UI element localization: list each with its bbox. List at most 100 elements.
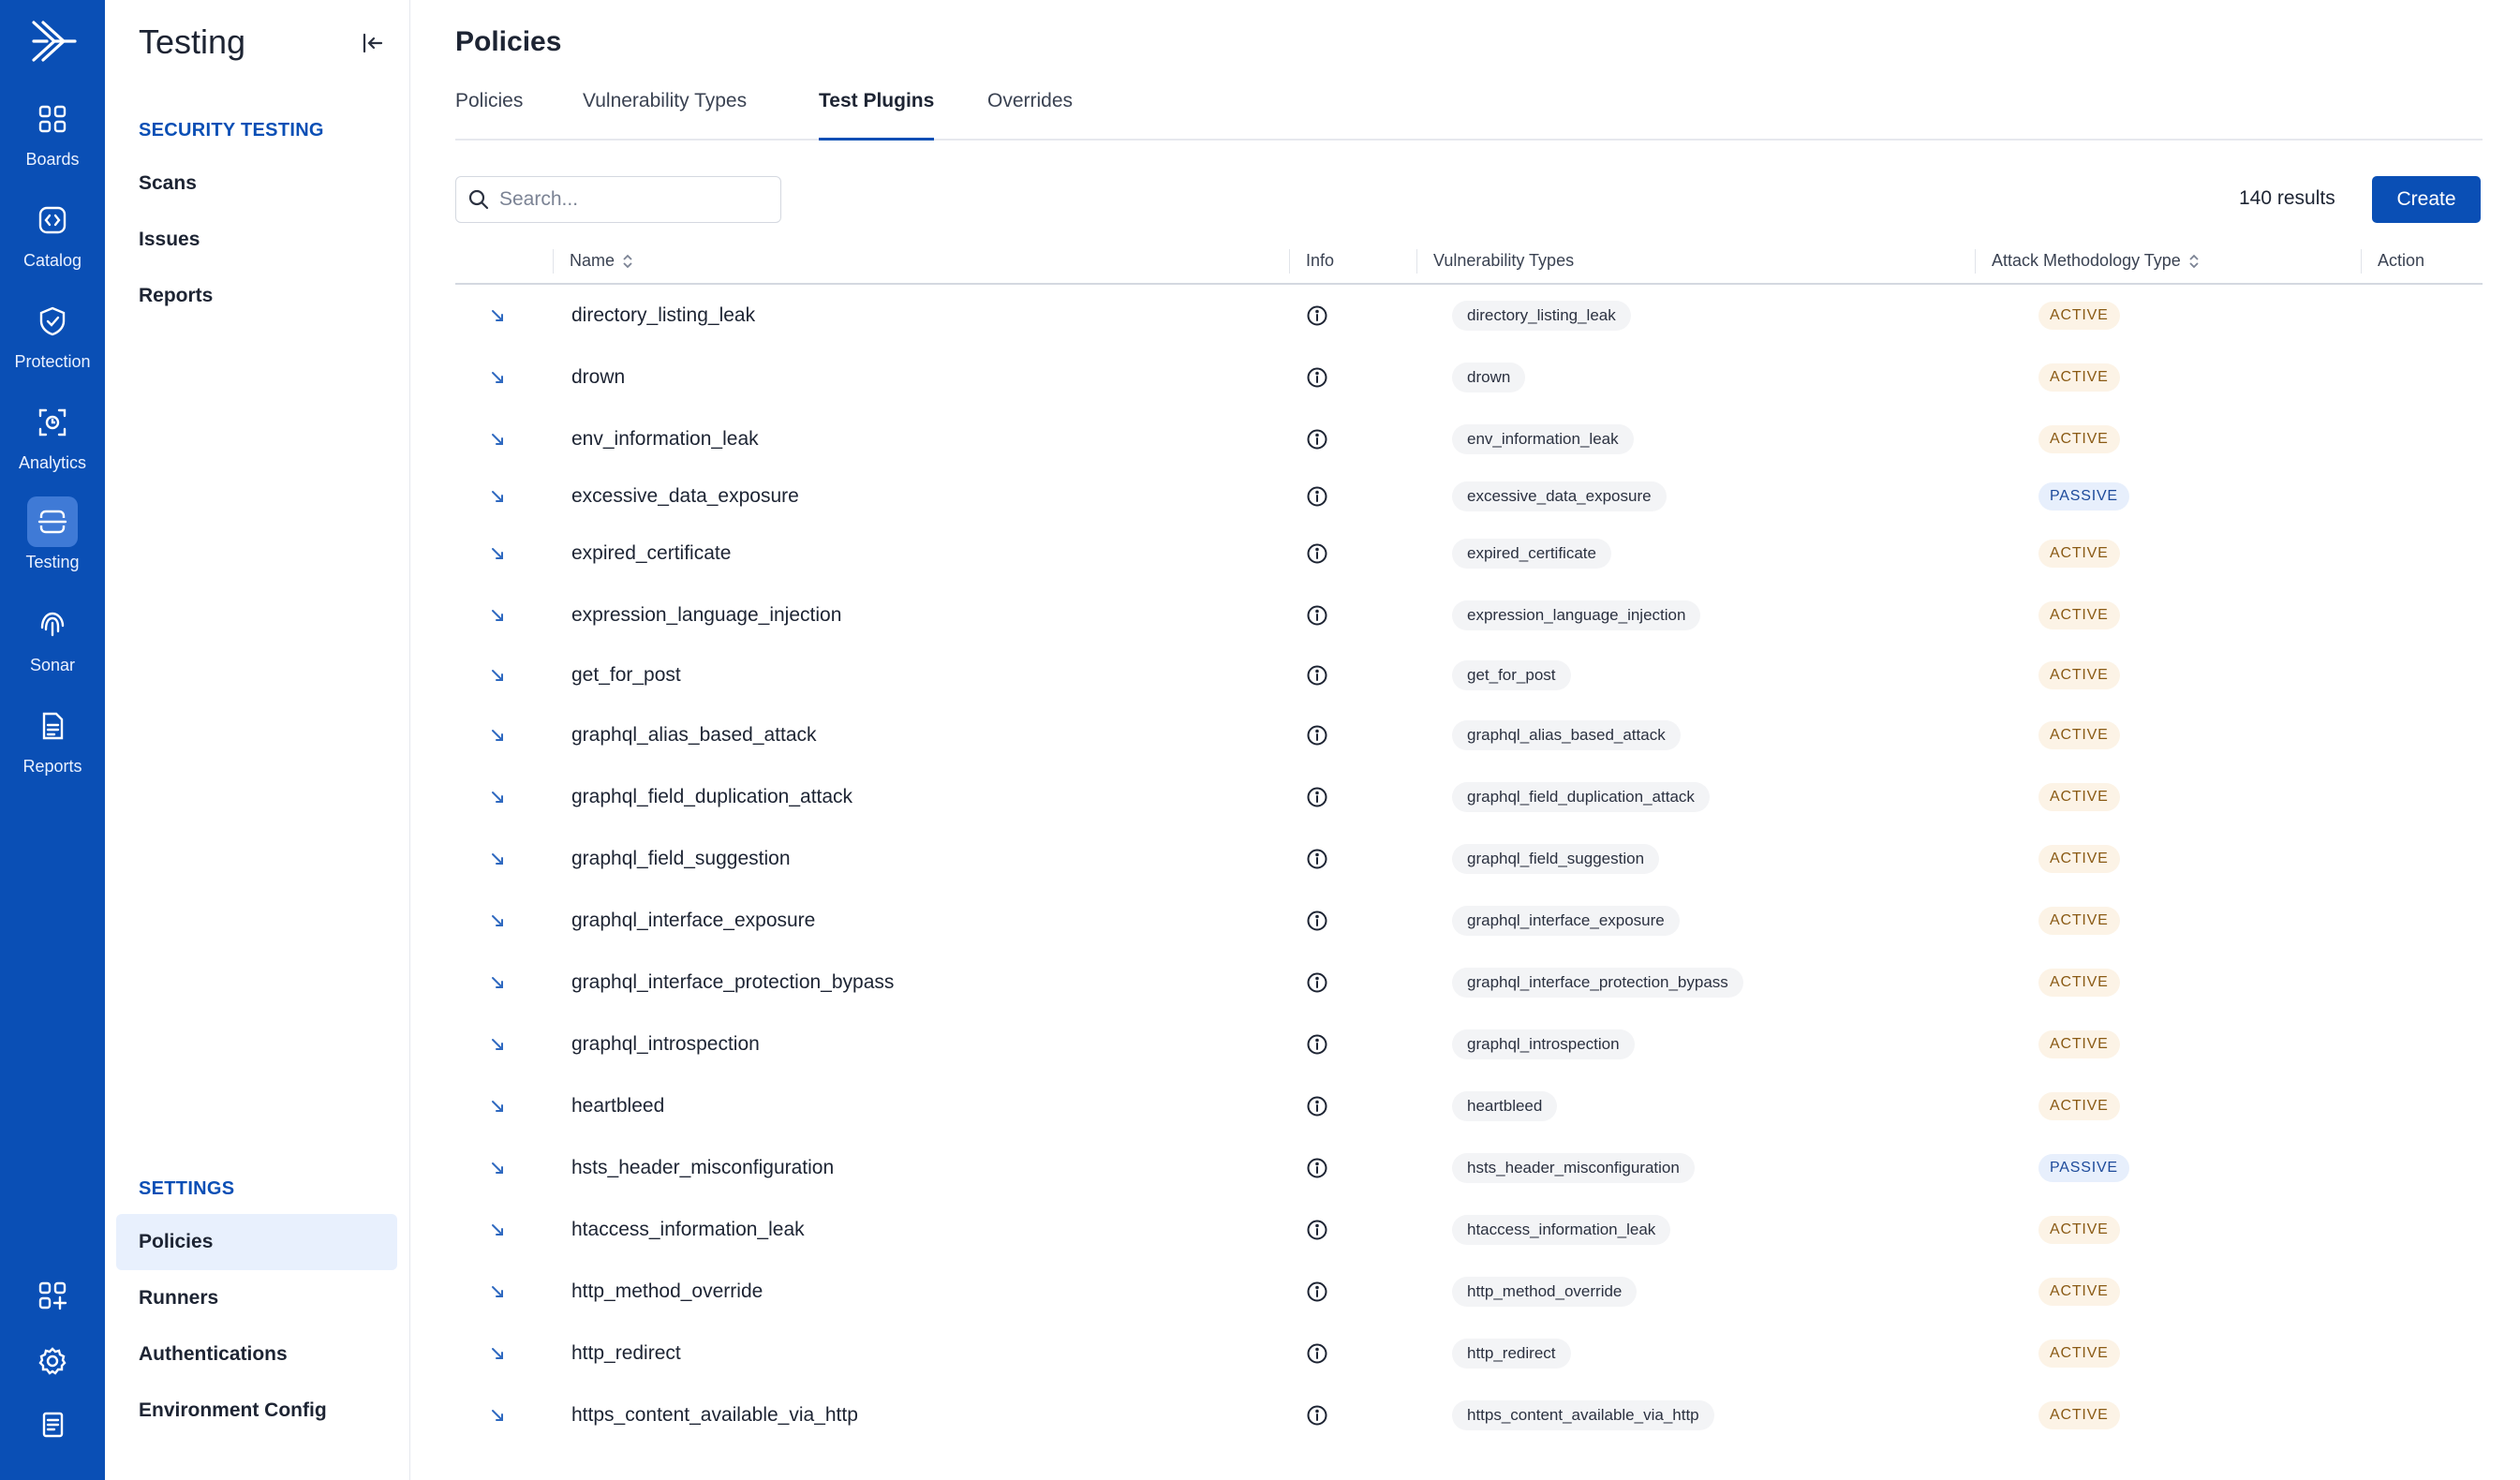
section-security-testing: SECURITY TESTING bbox=[139, 120, 324, 141]
expand-row-icon[interactable] bbox=[487, 704, 515, 766]
table-row[interactable]: graphql_interface_exposure graphql_inter… bbox=[455, 890, 2483, 952]
info-icon[interactable] bbox=[1306, 646, 1334, 704]
notes-icon[interactable] bbox=[0, 1399, 105, 1450]
expand-row-icon[interactable] bbox=[487, 1137, 515, 1199]
table-row[interactable]: graphql_introspection graphql_introspect… bbox=[455, 1014, 2483, 1075]
status-badge: ACTIVE bbox=[2038, 363, 2120, 392]
column-attack-methodology-type[interactable]: Attack Methodology Type bbox=[1992, 251, 2200, 271]
table-row[interactable]: htaccess_information_leak htaccess_infor… bbox=[455, 1199, 2483, 1261]
document-icon bbox=[27, 701, 78, 751]
vulnerability-type-cell: expression_language_injection bbox=[1452, 585, 1701, 646]
tab-vulnerability-types[interactable]: Vulnerability Types bbox=[583, 90, 747, 141]
table-row[interactable]: drown drown ACTIVE bbox=[455, 347, 2483, 408]
vulnerability-type-cell: htaccess_information_leak bbox=[1452, 1199, 1671, 1261]
info-icon[interactable] bbox=[1306, 1199, 1334, 1261]
info-icon[interactable] bbox=[1306, 523, 1334, 585]
table-row[interactable]: get_for_post get_for_post ACTIVE bbox=[455, 646, 2483, 704]
info-icon[interactable] bbox=[1306, 470, 1334, 523]
info-icon[interactable] bbox=[1306, 704, 1334, 766]
sidebar-item-issues[interactable]: Issues bbox=[116, 212, 397, 268]
table-row[interactable]: heartbleed heartbleed ACTIVE bbox=[455, 1075, 2483, 1137]
expand-row-icon[interactable] bbox=[487, 470, 515, 523]
expand-row-icon[interactable] bbox=[487, 828, 515, 890]
expand-row-icon[interactable] bbox=[487, 347, 515, 408]
rail-item-catalog[interactable]: Catalog bbox=[0, 195, 105, 289]
info-icon[interactable] bbox=[1306, 952, 1334, 1014]
tab-overrides[interactable]: Overrides bbox=[987, 90, 1073, 141]
expand-row-icon[interactable] bbox=[487, 408, 515, 470]
table-row[interactable]: env_information_leak env_information_lea… bbox=[455, 408, 2483, 470]
sidebar-item-policies[interactable]: Policies bbox=[116, 1214, 397, 1270]
expand-row-icon[interactable] bbox=[487, 1384, 515, 1446]
column-name[interactable]: Name bbox=[570, 251, 633, 271]
main-content: Policies Policies Vulnerability Types Te… bbox=[410, 0, 2520, 1480]
sidebar-item-scans[interactable]: Scans bbox=[116, 155, 397, 212]
info-icon[interactable] bbox=[1306, 890, 1334, 952]
info-icon[interactable] bbox=[1306, 585, 1334, 646]
plugin-name: graphql_field_duplication_attack bbox=[571, 786, 853, 807]
expand-row-icon[interactable] bbox=[487, 1075, 515, 1137]
table-row[interactable]: graphql_field_duplication_attack graphql… bbox=[455, 766, 2483, 828]
info-icon[interactable] bbox=[1306, 828, 1334, 890]
rail-item-boards[interactable]: Boards bbox=[0, 94, 105, 187]
gear-icon[interactable] bbox=[0, 1336, 105, 1386]
expand-row-icon[interactable] bbox=[487, 1014, 515, 1075]
sidebar-item-authentications[interactable]: Authentications bbox=[116, 1326, 397, 1383]
info-icon[interactable] bbox=[1306, 1075, 1334, 1137]
info-icon[interactable] bbox=[1306, 285, 1334, 347]
expand-row-icon[interactable] bbox=[487, 1199, 515, 1261]
expand-row-icon[interactable] bbox=[487, 766, 515, 828]
table-row[interactable]: excessive_data_exposure excessive_data_e… bbox=[455, 470, 2483, 523]
info-icon[interactable] bbox=[1306, 1261, 1334, 1323]
table-row[interactable]: http_redirect http_redirect ACTIVE bbox=[455, 1323, 2483, 1384]
table-row[interactable]: graphql_interface_protection_bypass grap… bbox=[455, 952, 2483, 1014]
info-icon[interactable] bbox=[1306, 1014, 1334, 1075]
sidebar-item-runners[interactable]: Runners bbox=[116, 1270, 397, 1326]
attack-methodology-cell: ACTIVE bbox=[2038, 1075, 2120, 1137]
rail-item-reports[interactable]: Reports bbox=[0, 701, 105, 794]
info-icon[interactable] bbox=[1306, 766, 1334, 828]
plugin-name: graphql_interface_exposure bbox=[571, 910, 816, 931]
table-row[interactable]: hsts_header_misconfiguration hsts_header… bbox=[455, 1137, 2483, 1199]
table-row[interactable]: expired_certificate expired_certificate … bbox=[455, 523, 2483, 585]
tab-policies[interactable]: Policies bbox=[455, 90, 523, 141]
info-icon[interactable] bbox=[1306, 1384, 1334, 1446]
expand-row-icon[interactable] bbox=[487, 585, 515, 646]
create-button[interactable]: Create bbox=[2372, 176, 2481, 223]
table-row[interactable]: graphql_alias_based_attack graphql_alias… bbox=[455, 704, 2483, 766]
expand-row-icon[interactable] bbox=[487, 1323, 515, 1384]
status-badge: ACTIVE bbox=[2038, 783, 2120, 811]
sidebar-item-reports[interactable]: Reports bbox=[116, 268, 397, 324]
attack-methodology-cell: ACTIVE bbox=[2038, 523, 2120, 585]
table-row[interactable]: directory_listing_leak directory_listing… bbox=[455, 285, 2483, 347]
table-row[interactable]: https_content_available_via_http https_c… bbox=[455, 1384, 2483, 1446]
rail-item-testing[interactable]: Testing bbox=[0, 496, 105, 590]
collapse-sidebar-icon[interactable] bbox=[358, 28, 388, 58]
rail-item-protection[interactable]: Protection bbox=[0, 296, 105, 390]
logo-icon[interactable] bbox=[26, 15, 79, 67]
vulnerability-type-chip: graphql_interface_exposure bbox=[1452, 906, 1680, 936]
expand-row-icon[interactable] bbox=[487, 1261, 515, 1323]
expand-row-icon[interactable] bbox=[487, 890, 515, 952]
info-icon[interactable] bbox=[1306, 408, 1334, 470]
sidebar-item-environment-config[interactable]: Environment Config bbox=[116, 1383, 397, 1439]
info-icon[interactable] bbox=[1306, 1137, 1334, 1199]
search-input[interactable] bbox=[499, 188, 771, 211]
apps-add-icon[interactable] bbox=[0, 1270, 105, 1321]
info-icon[interactable] bbox=[1306, 1323, 1334, 1384]
attack-methodology-cell: ACTIVE bbox=[2038, 704, 2120, 766]
rail-item-sonar[interactable]: Sonar bbox=[0, 599, 105, 693]
rail-item-analytics[interactable]: Analytics bbox=[0, 397, 105, 491]
table-row[interactable]: http_method_override http_method_overrid… bbox=[455, 1261, 2483, 1323]
tab-test-plugins[interactable]: Test Plugins bbox=[819, 90, 935, 141]
expand-row-icon[interactable] bbox=[487, 285, 515, 347]
search-box bbox=[455, 176, 781, 223]
status-badge: ACTIVE bbox=[2038, 540, 2120, 568]
table-row[interactable]: graphql_field_suggestion graphql_field_s… bbox=[455, 828, 2483, 890]
expand-row-icon[interactable] bbox=[487, 523, 515, 585]
attack-methodology-cell: ACTIVE bbox=[2038, 347, 2120, 408]
expand-row-icon[interactable] bbox=[487, 952, 515, 1014]
info-icon[interactable] bbox=[1306, 347, 1334, 408]
table-row[interactable]: expression_language_injection expression… bbox=[455, 585, 2483, 646]
expand-row-icon[interactable] bbox=[487, 646, 515, 704]
